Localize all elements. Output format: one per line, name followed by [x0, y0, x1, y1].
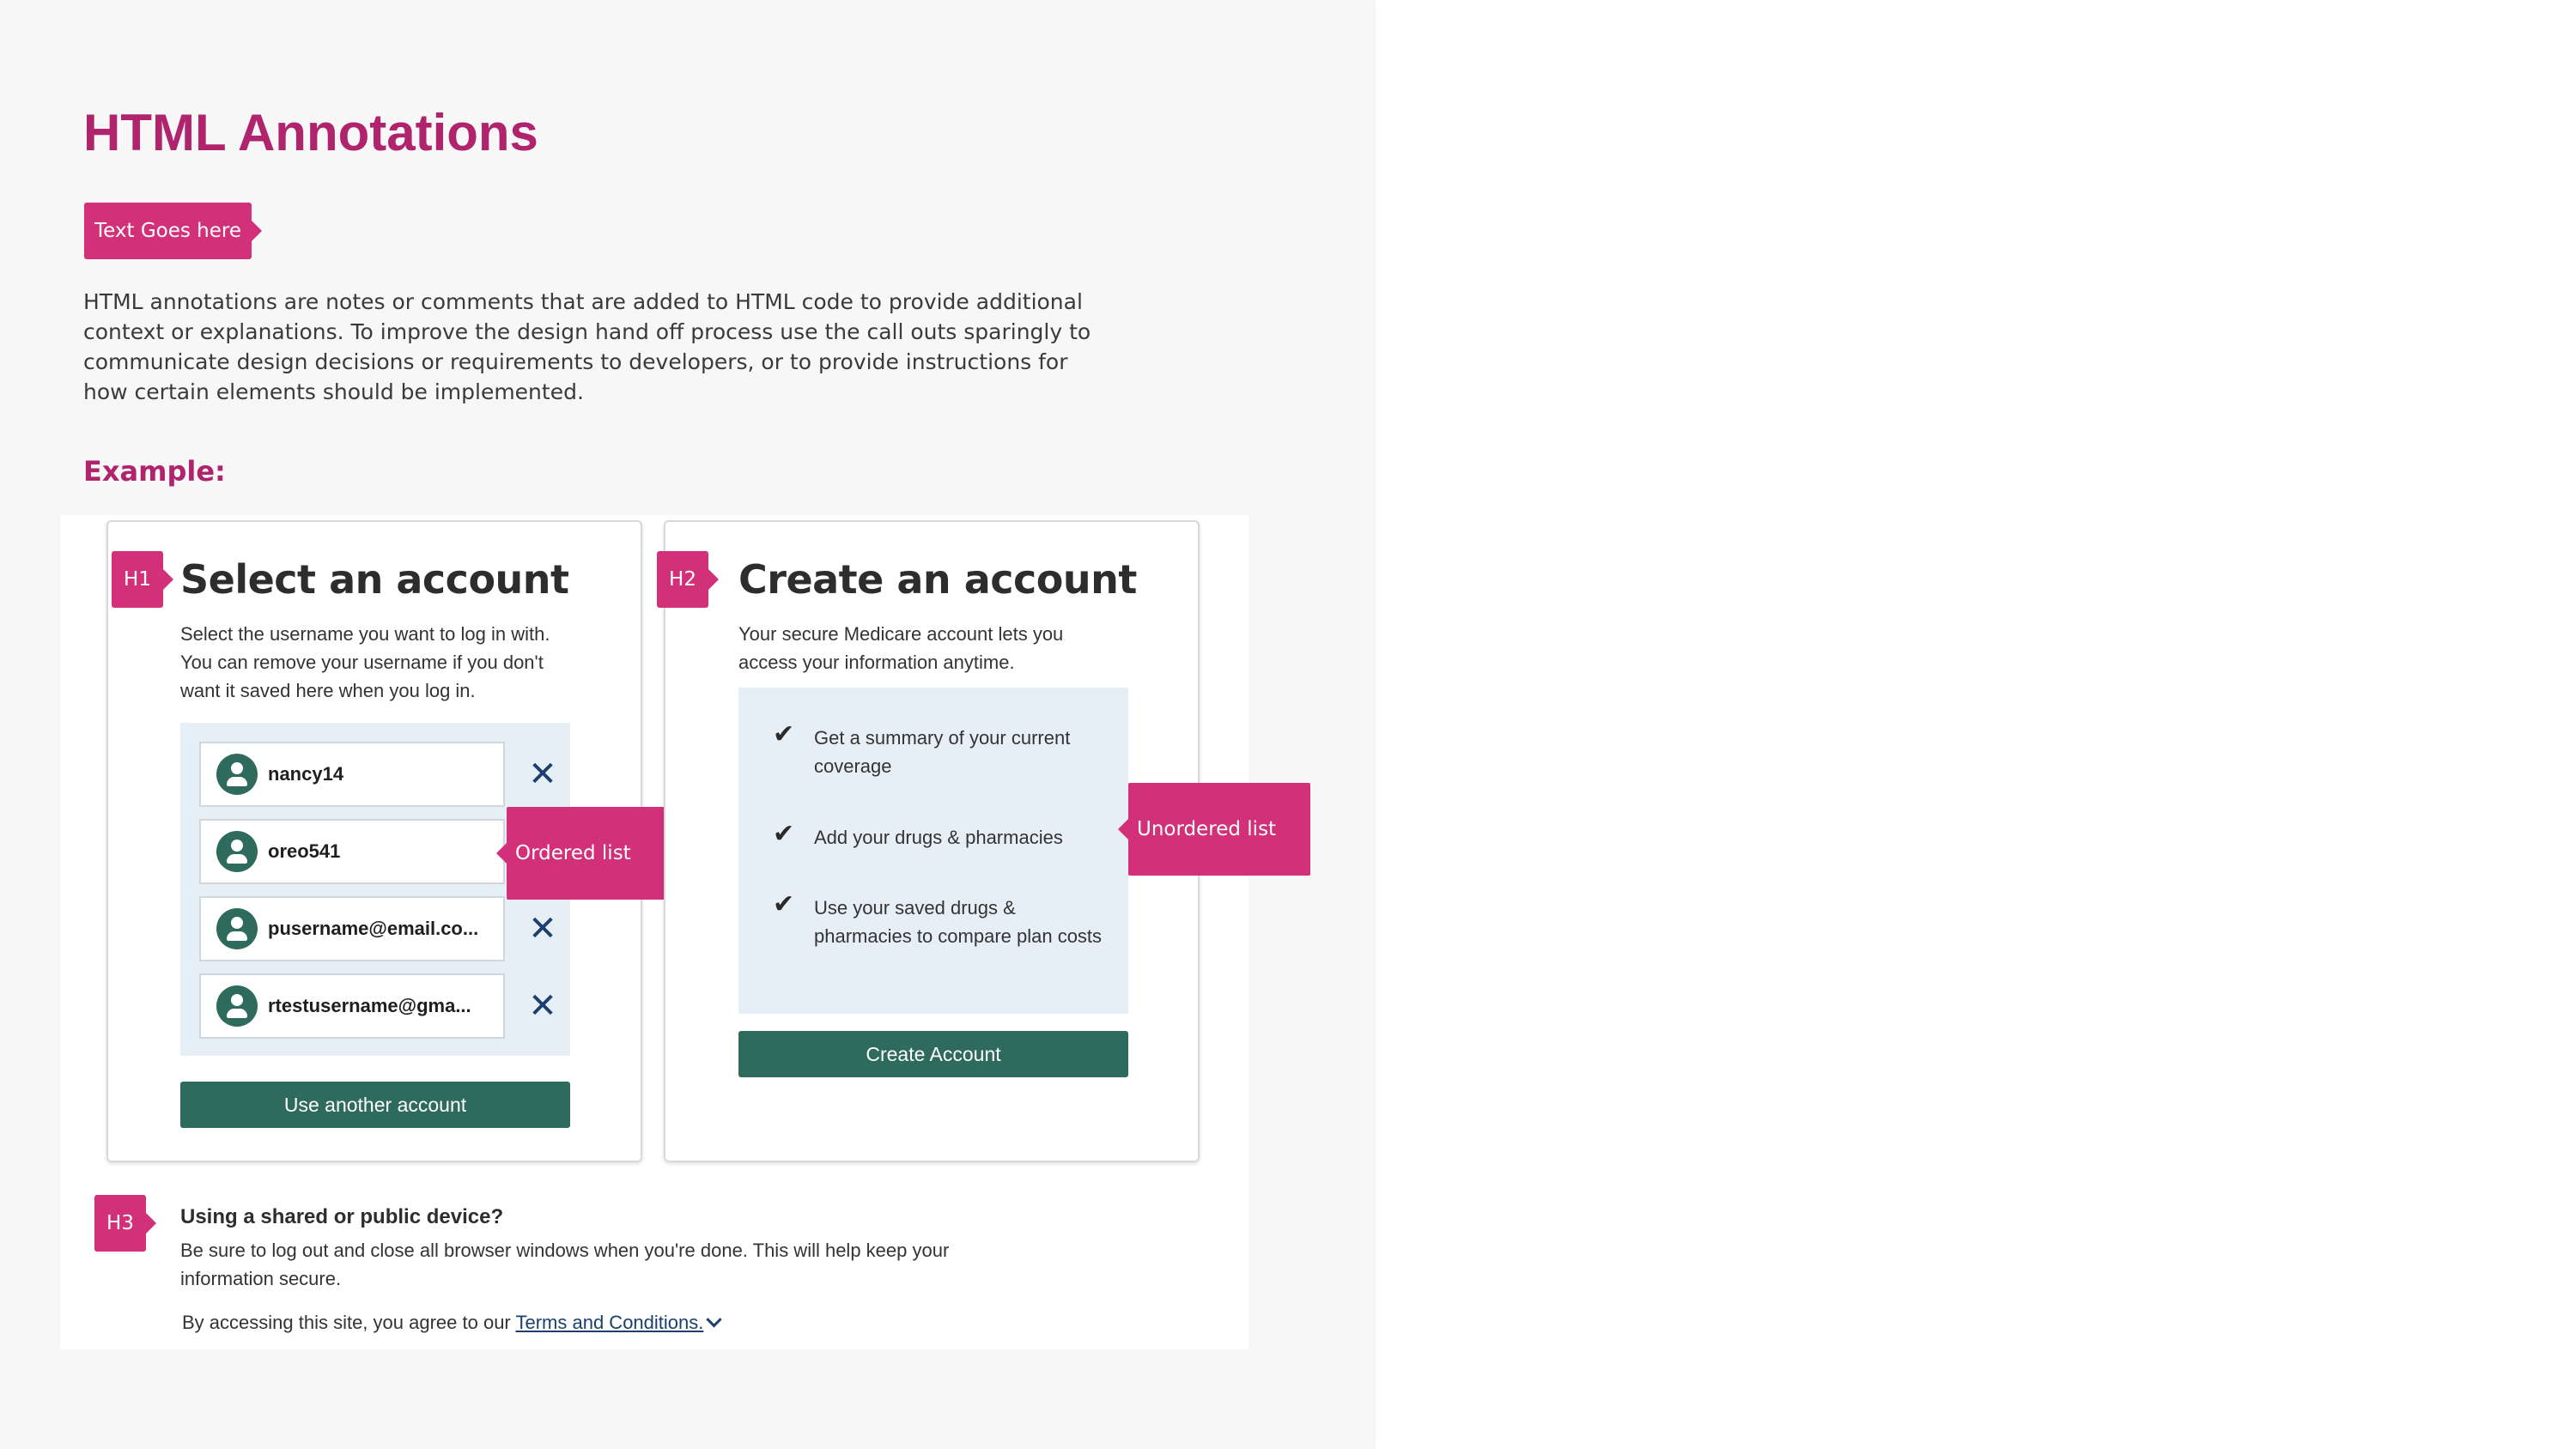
list-item: ✔ Get a summary of your current coverage	[773, 719, 1108, 780]
username: pusername@email.co...	[268, 918, 479, 939]
checkmark-icon: ✔	[773, 819, 795, 849]
create-account-description: Your secure Medicare account lets you ac…	[738, 623, 1064, 673]
benefits-list: ✔ Get a summary of your current coverage…	[738, 688, 1128, 1014]
shared-device-heading: Using a shared or public device?	[180, 1205, 504, 1228]
checkmark-icon: ✔	[773, 719, 795, 749]
select-account-heading: Select an account	[180, 556, 569, 603]
h3-annotation-tag: H3	[94, 1195, 156, 1252]
text-annotation-tag: Text Goes here	[84, 203, 262, 259]
list-item[interactable]: nancy14	[199, 742, 505, 807]
create-account-button[interactable]: Create Account	[738, 1031, 1128, 1077]
close-icon[interactable]: ✕	[524, 755, 562, 793]
terms-notice: By accessing this site, you agree to our…	[182, 1312, 723, 1334]
h1-annotation-tag: H1	[112, 551, 173, 608]
shared-device-description: Be sure to log out and close all browser…	[180, 1240, 950, 1289]
use-another-account-button[interactable]: Use another account	[180, 1082, 570, 1128]
example-label: Example:	[83, 455, 226, 488]
terms-prefix: By accessing this site, you agree to our	[182, 1312, 516, 1333]
h2-annotation-tag: H2	[657, 551, 719, 608]
intro-paragraph: HTML annotations are notes or comments t…	[83, 289, 1091, 404]
ordered-list-annotation-tag: Ordered list	[496, 807, 689, 900]
list-item: ✔ Add your drugs & pharmacies	[773, 819, 1108, 852]
list-item[interactable]: pusername@email.co...	[199, 896, 505, 961]
terms-link[interactable]: Terms and Conditions.	[515, 1312, 703, 1333]
benefit-text: Use your saved drugs & pharmacies to com…	[814, 897, 1103, 947]
close-icon[interactable]: ✕	[524, 987, 562, 1025]
page-title: HTML Annotations	[83, 104, 538, 161]
annotation-board: HTML Annotations Text Goes here HTML ann…	[0, 0, 1374, 1449]
user-icon	[216, 985, 258, 1027]
username: oreo541	[268, 840, 341, 862]
benefit-text: Get a summary of your current coverage	[814, 727, 1071, 777]
user-icon	[216, 831, 258, 872]
unordered-list-annotation-tag: Unordered list	[1118, 783, 1310, 876]
user-icon	[216, 754, 258, 795]
create-account-heading: Create an account	[738, 556, 1137, 603]
username: nancy14	[268, 763, 344, 785]
chevron-down-icon[interactable]	[706, 1312, 723, 1328]
benefit-text: Add your drugs & pharmacies	[814, 827, 1063, 848]
user-icon	[216, 908, 258, 949]
username: rtestusername@gma...	[268, 995, 471, 1016]
list-item: ✔ Use your saved drugs & pharmacies to c…	[773, 889, 1108, 950]
list-item[interactable]: rtestusername@gma...	[199, 973, 505, 1039]
select-account-description: Select the username you want to log in w…	[180, 623, 550, 701]
close-icon[interactable]: ✕	[524, 910, 562, 948]
checkmark-icon: ✔	[773, 889, 795, 919]
list-item[interactable]: oreo541	[199, 819, 505, 884]
